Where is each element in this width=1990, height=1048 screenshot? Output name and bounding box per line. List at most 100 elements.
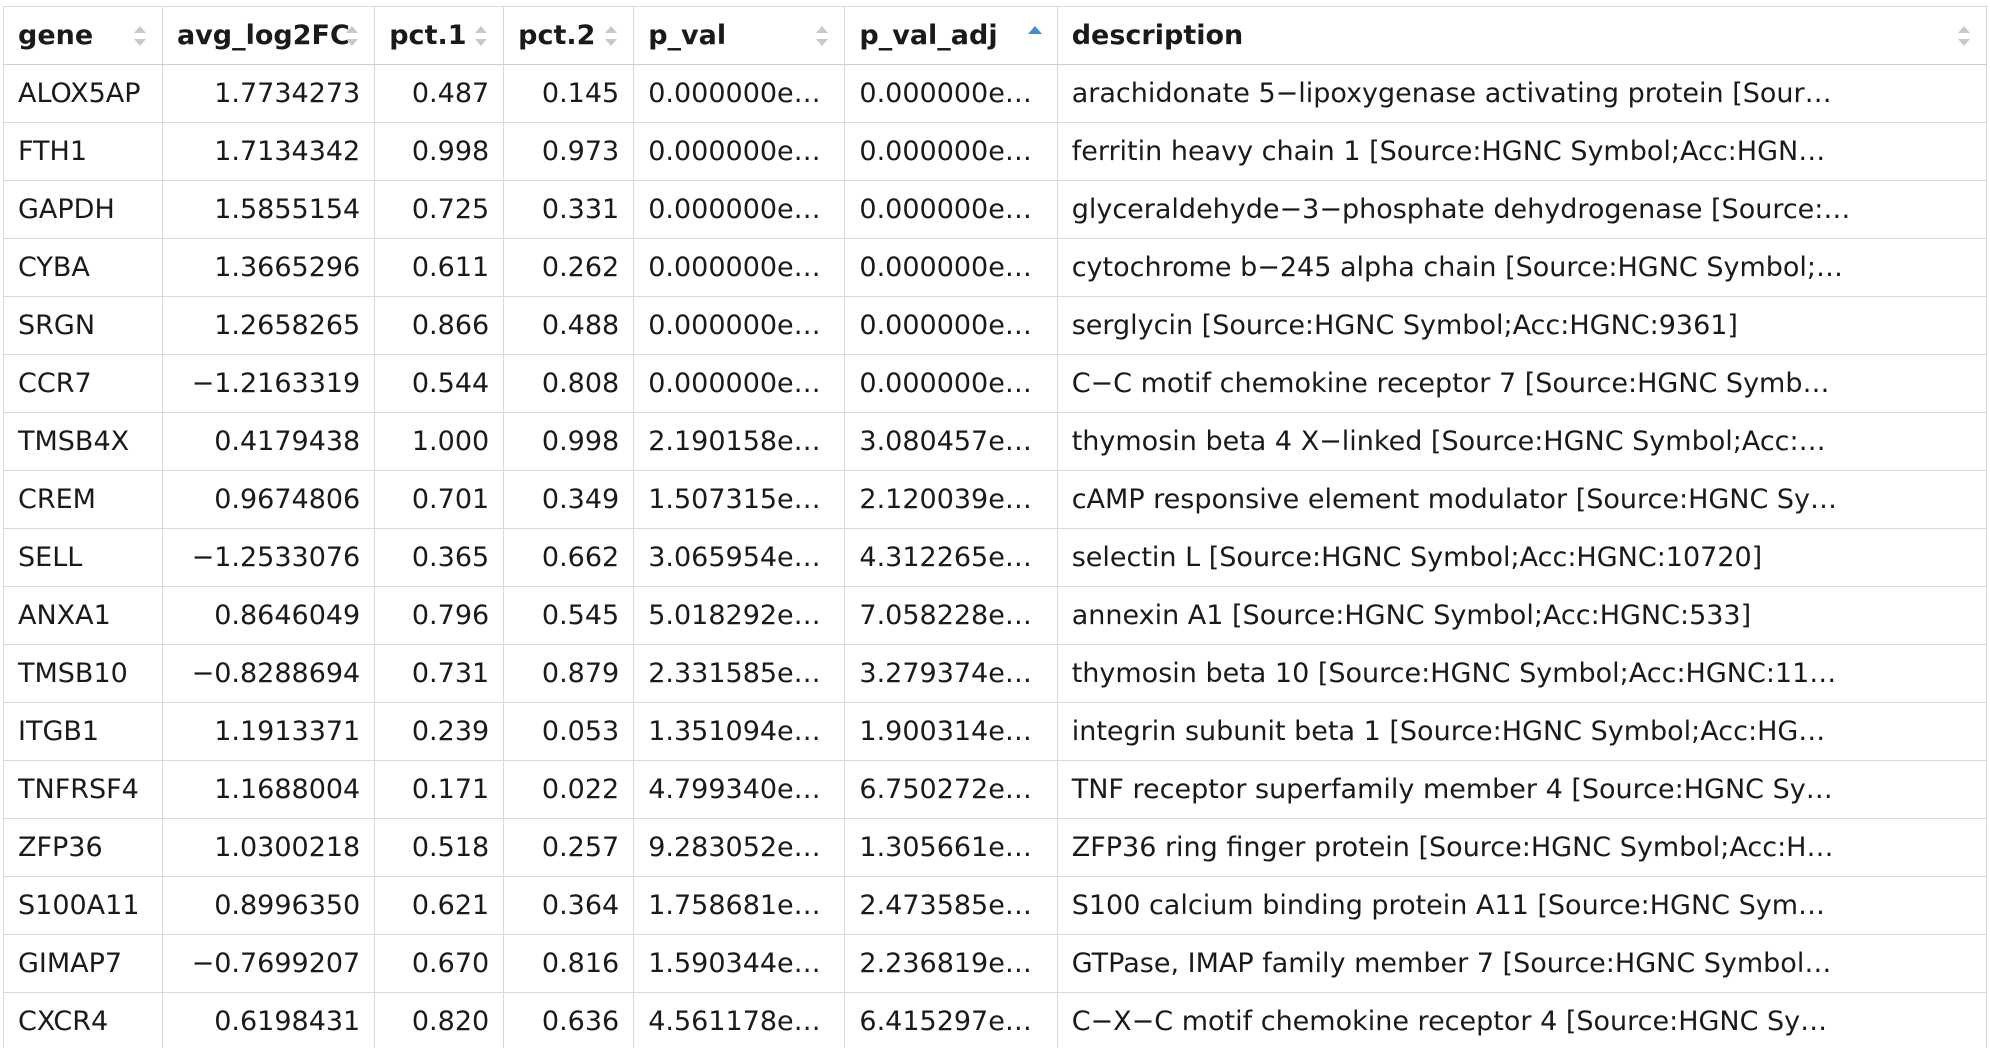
- cell-gene: TMSB10: [3, 644, 163, 703]
- cell-gene: SELL: [3, 528, 163, 587]
- column-header-gene[interactable]: gene: [3, 6, 163, 65]
- cell-pct1: 0.621: [374, 876, 505, 935]
- table-row[interactable]: ZFP361.03002180.5180.2579.283052e−1881.3…: [3, 818, 1988, 877]
- table-row[interactable]: TMSB10−0.82886940.7310.8792.331585e−2103…: [3, 644, 1988, 703]
- table-row[interactable]: CXCR40.61984310.8200.6364.561178e−1466.4…: [3, 992, 1988, 1048]
- cell-avg_log2FC: 0.4179438: [161, 412, 376, 471]
- table-row[interactable]: S100A110.89963500.6210.3641.758681e−1782…: [3, 876, 1988, 935]
- table-row[interactable]: GAPDH 1.5855154 0.725 0.331 0.000000e+00 0.00…: [3, 180, 1988, 239]
- sort-icon[interactable]: [1956, 23, 1972, 49]
- cell-p_val_adj: 1.305661e−183: [844, 818, 1058, 877]
- table-body: ALOX5AP 1.7734273 0.487 0.145 0.000000e+00 0.…: [3, 64, 1988, 1048]
- cell-pct1: 1.000: [374, 412, 505, 471]
- sort-icon[interactable]: [132, 23, 148, 49]
- table-row[interactable]: SELL−1.25330760.3650.6623.065954e−2554.3…: [3, 528, 1988, 587]
- cell-pct1: 0.365: [374, 528, 505, 587]
- cell-description: thymosin beta 4 X−linked [Source:HGNC Sy…: [1056, 412, 1988, 471]
- cell-p_val: 0.000000e+00: [633, 296, 846, 355]
- header-row: gene avg_log2FC pct.1 pct.2 p_val p_val_adj de…: [3, 6, 1988, 65]
- cell-p_val: 9.283052e−188: [633, 818, 846, 877]
- cell-pct2: 0.545: [503, 586, 635, 645]
- cell-pct1: 0.820: [374, 992, 505, 1048]
- sort-icon[interactable]: [344, 23, 360, 49]
- sort-icon[interactable]: [473, 23, 489, 49]
- table-row[interactable]: CYBA 1.3665296 0.611 0.262 0.000000e+00 0.000…: [3, 238, 1988, 297]
- cell-p_val_adj: 0.000000e+00: [844, 122, 1058, 181]
- column-header-pct2[interactable]: pct.2: [503, 6, 635, 65]
- cell-description: ferritin heavy chain 1 [Source:HGNC Symb…: [1056, 122, 1988, 181]
- cell-p_val_adj: 3.080457e−297: [844, 412, 1058, 471]
- cell-p_val: 1.507315e−291: [633, 470, 846, 529]
- column-header-label: avg_log2FC: [176, 20, 350, 51]
- column-header-pct1[interactable]: pct.1: [374, 6, 505, 65]
- table-row[interactable]: ANXA10.86460490.7960.5455.018292e−2137.0…: [3, 586, 1988, 645]
- table-row[interactable]: TNFRSF41.16880040.1710.0224.799340e−1946…: [3, 760, 1988, 819]
- cell-p_val: 1.351094e−197: [633, 702, 846, 761]
- cell-pct1: 0.518: [374, 818, 505, 877]
- cell-description: annexin A1 [Source:HGNC Symbol;Acc:HGNC:…: [1056, 586, 1988, 645]
- table-row[interactable]: ITGB11.19133710.2390.0531.351094e−1971.9…: [3, 702, 1988, 761]
- cell-avg_log2FC: 1.7134342: [161, 122, 376, 181]
- cell-gene: GAPDH: [3, 180, 163, 239]
- table-row[interactable]: ALOX5AP 1.7734273 0.487 0.145 0.000000e+00 0.…: [3, 64, 1988, 123]
- cell-pct1: 0.866: [374, 296, 505, 355]
- cell-avg_log2FC: 1.5855154: [161, 180, 376, 239]
- table-row[interactable]: CCR7 −1.2163319 0.544 0.808 0.000000e+00 0.00…: [3, 354, 1988, 413]
- cell-p_val_adj: 2.120039e−287: [844, 470, 1058, 529]
- cell-pct1: 0.171: [374, 760, 505, 819]
- table-row[interactable]: TMSB4X0.41794381.0000.9982.190158e−3013.…: [3, 412, 1988, 471]
- column-header-p_val[interactable]: p_val: [633, 6, 846, 65]
- cell-gene: TMSB4X: [3, 412, 163, 471]
- cell-p_val: 5.018292e−213: [633, 586, 846, 645]
- column-header-label: pct.1: [389, 20, 467, 51]
- column-header-description[interactable]: description: [1056, 6, 1988, 65]
- sort-ascending-icon[interactable]: [1027, 23, 1043, 49]
- cell-p_val_adj: 7.058228e−209: [844, 586, 1058, 645]
- column-header-avg_log2FC[interactable]: avg_log2FC: [161, 6, 376, 65]
- cell-pct2: 0.262: [503, 238, 635, 297]
- sort-icon[interactable]: [603, 23, 619, 49]
- cell-p_val_adj: 4.312265e−251: [844, 528, 1058, 587]
- cell-pct2: 0.973: [503, 122, 635, 181]
- cell-description: glyceraldehyde−3−phosphate dehydrogenase…: [1056, 180, 1988, 239]
- cell-avg_log2FC: −1.2163319: [161, 354, 376, 413]
- column-header-p_val_adj[interactable]: p_val_adj: [844, 6, 1058, 65]
- cell-avg_log2FC: 1.1688004: [161, 760, 376, 819]
- cell-p_val: 2.331585e−210: [633, 644, 846, 703]
- cell-p_val_adj: 0.000000e+00: [844, 296, 1058, 355]
- cell-gene: S100A11: [3, 876, 163, 935]
- cell-p_val_adj: 2.473585e−174: [844, 876, 1058, 935]
- cell-pct2: 0.636: [503, 992, 635, 1048]
- column-header-label: p_val_adj: [859, 20, 998, 51]
- cell-pct2: 0.022: [503, 760, 635, 819]
- cell-avg_log2FC: 0.8996350: [161, 876, 376, 935]
- cell-p_val: 0.000000e+00: [633, 64, 846, 123]
- cell-gene: ITGB1: [3, 702, 163, 761]
- table-row[interactable]: CREM0.96748060.7010.3491.507315e−2912.12…: [3, 470, 1988, 529]
- cell-p_val: 4.799340e−194: [633, 760, 846, 819]
- cell-p_val: 0.000000e+00: [633, 238, 846, 297]
- cell-avg_log2FC: 0.9674806: [161, 470, 376, 529]
- cell-description: C−X−C motif chemokine receptor 4 [Source…: [1056, 992, 1988, 1048]
- cell-pct1: 0.796: [374, 586, 505, 645]
- cell-p_val_adj: 6.415297e−142: [844, 992, 1058, 1048]
- cell-p_val_adj: 0.000000e+00: [844, 238, 1058, 297]
- cell-pct2: 0.879: [503, 644, 635, 703]
- cell-avg_log2FC: 1.3665296: [161, 238, 376, 297]
- cell-avg_log2FC: 1.0300218: [161, 818, 376, 877]
- cell-pct2: 0.331: [503, 180, 635, 239]
- column-header-label: pct.2: [518, 20, 596, 51]
- table-row[interactable]: FTH1 1.7134342 0.998 0.973 0.000000e+00 0.000…: [3, 122, 1988, 181]
- table-row[interactable]: GIMAP7−0.76992070.6700.8161.590344e−1722…: [3, 934, 1988, 993]
- cell-gene: ANXA1: [3, 586, 163, 645]
- cell-description: TNF receptor superfamily member 4 [Sourc…: [1056, 760, 1988, 819]
- cell-description: cytochrome b−245 alpha chain [Source:HGN…: [1056, 238, 1988, 297]
- cell-p_val: 2.190158e−301: [633, 412, 846, 471]
- column-header-label: description: [1071, 20, 1244, 51]
- table-row[interactable]: SRGN 1.2658265 0.866 0.488 0.000000e+00 0.000…: [3, 296, 1988, 355]
- cell-pct1: 0.725: [374, 180, 505, 239]
- cell-pct1: 0.998: [374, 122, 505, 181]
- cell-pct2: 0.349: [503, 470, 635, 529]
- sort-icon[interactable]: [814, 23, 830, 49]
- cell-avg_log2FC: −1.2533076: [161, 528, 376, 587]
